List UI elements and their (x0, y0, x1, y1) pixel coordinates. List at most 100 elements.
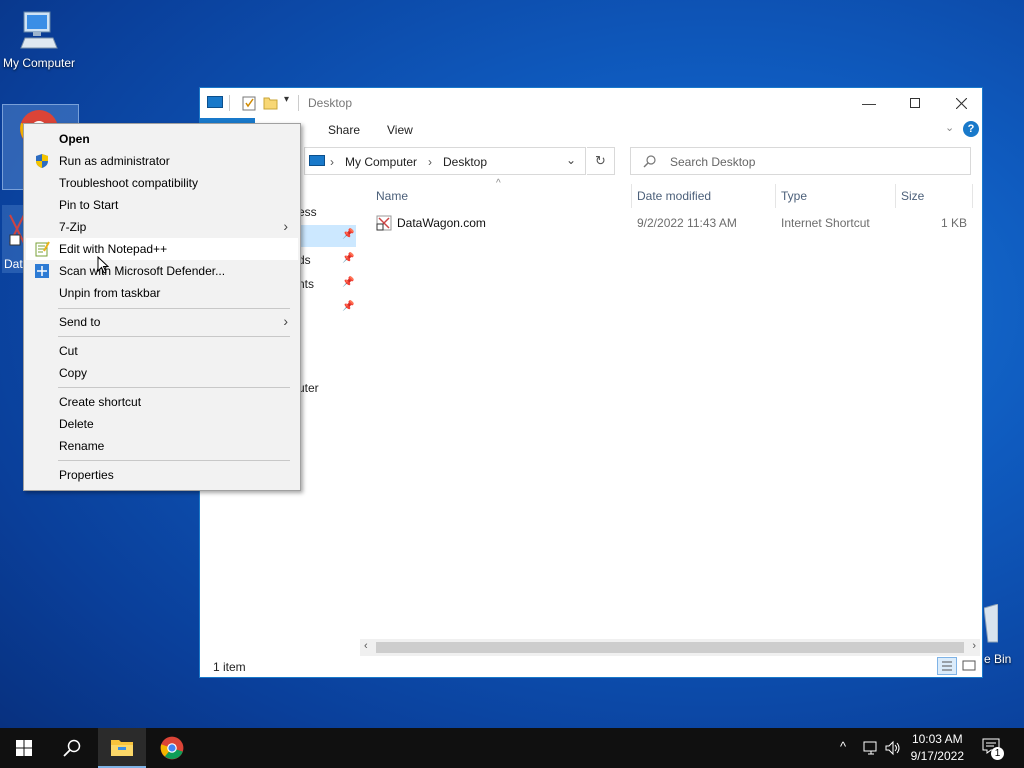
menu-separator (58, 308, 290, 309)
menu-item-troubleshoot-compatibility[interactable]: Troubleshoot compatibility (26, 172, 298, 194)
minimize-icon: — (862, 95, 876, 111)
menu-item-copy[interactable]: Copy (26, 362, 298, 384)
taskbar-chrome[interactable] (148, 728, 196, 768)
windows-logo-icon (16, 740, 32, 756)
search-button[interactable] (48, 728, 96, 768)
start-button[interactable] (0, 728, 48, 768)
menu-separator (58, 336, 290, 337)
close-button[interactable] (938, 88, 984, 118)
menu-item-edit-with-notepad-plus-plus[interactable]: Edit with Notepad++ (26, 238, 298, 260)
mouse-cursor-icon (97, 256, 109, 274)
details-view-icon (942, 661, 952, 671)
nav-item-my-computer[interactable]: uter (298, 381, 319, 395)
pin-icon: 📌 (342, 301, 355, 312)
internet-shortcut-icon (376, 215, 392, 231)
computer-icon (309, 155, 325, 166)
menu-item-label: Open (59, 132, 90, 146)
defender-icon (35, 264, 49, 278)
scroll-left-icon[interactable]: ‹ (364, 640, 368, 652)
explorer-window: ▾ Desktop — Share View ⌄ ? › My Computer… (199, 87, 983, 678)
file-name: DataWagon.com (397, 216, 486, 230)
menu-item-label: Edit with Notepad++ (59, 242, 168, 256)
network-icon[interactable] (862, 740, 880, 756)
menu-item-run-as-administrator[interactable]: Run as administrator (26, 150, 298, 172)
search-placeholder: Search Desktop (670, 155, 756, 169)
quick-access-dropdown-icon[interactable]: ▾ (284, 94, 289, 105)
large-icons-view-button[interactable] (960, 657, 978, 675)
horizontal-scrollbar[interactable]: ‹ › (360, 639, 980, 656)
menu-item-label: Copy (59, 366, 88, 380)
ribbon-tabs: Share View ⌄ ? (200, 118, 982, 142)
menu-separator (58, 387, 290, 388)
menu-item-7-zip[interactable]: 7-Zip › (26, 216, 298, 238)
menu-item-open[interactable]: Open (26, 128, 298, 150)
taskbar-file-explorer[interactable] (98, 728, 146, 768)
scrollbar-thumb[interactable] (376, 642, 964, 653)
column-header-date-modified[interactable]: Date modified (637, 189, 711, 203)
menu-item-label: 7-Zip (59, 220, 87, 234)
large-icons-view-icon (962, 660, 976, 671)
menu-item-label: Unpin from taskbar (59, 286, 161, 300)
menu-item-scan-with-microsoft-defender[interactable]: Scan with Microsoft Defender... (26, 260, 298, 282)
notepad-plus-plus-icon (35, 241, 50, 257)
menu-item-send-to[interactable]: Send to › (26, 311, 298, 333)
breadcrumb-separator-icon: › (330, 155, 334, 169)
menu-item-rename[interactable]: Rename (26, 435, 298, 457)
minimize-button[interactable]: — (846, 88, 892, 118)
pin-icon: 📌 (342, 277, 355, 288)
action-center-button[interactable]: 1 (982, 738, 1004, 760)
desktop-icon-label: My Computer (2, 56, 76, 70)
menu-item-label: Rename (59, 439, 105, 453)
address-row: › My Computer › Desktop ⌄ ↻ Search Deskt… (200, 144, 982, 180)
address-bar[interactable]: › My Computer › Desktop ⌄ (304, 147, 586, 175)
scroll-right-icon[interactable]: › (972, 640, 976, 652)
column-header-type[interactable]: Type (781, 189, 807, 203)
taskbar: ^ 10:03 AM 9/17/2022 1 (0, 728, 1024, 768)
menu-item-properties[interactable]: Properties (26, 464, 298, 486)
sort-ascending-icon: ^ (496, 178, 501, 189)
show-hidden-icons-icon[interactable]: ^ (840, 739, 846, 754)
refresh-button[interactable]: ↻ (587, 147, 615, 175)
menu-item-pin-to-start[interactable]: Pin to Start (26, 194, 298, 216)
menu-item-label: Pin to Start (59, 198, 119, 212)
details-view-button[interactable] (937, 657, 957, 675)
menu-item-cut[interactable]: Cut (26, 340, 298, 362)
window-title: Desktop (308, 96, 353, 110)
desktop-icon-label: e Bin (984, 652, 1012, 666)
title-bar[interactable]: ▾ Desktop — (200, 88, 982, 118)
menu-item-create-shortcut[interactable]: Create shortcut (26, 391, 298, 413)
desktop-icon-my-computer[interactable]: My Computer (0, 10, 78, 70)
menu-item-label: Send to (59, 315, 101, 329)
desktop-icon-recycle-bin[interactable]: e Bin (984, 600, 1024, 670)
tab-share[interactable]: Share (328, 123, 360, 137)
computer-icon (20, 11, 58, 49)
menu-item-label: Troubleshoot compatibility (59, 176, 198, 190)
breadcrumb-my-computer[interactable]: My Computer (345, 155, 417, 169)
file-size: 1 KB (940, 216, 967, 230)
expand-ribbon-icon[interactable]: ⌄ (945, 121, 954, 134)
volume-icon[interactable] (884, 740, 902, 756)
file-explorer-icon (111, 740, 133, 756)
system-clock[interactable]: 10:03 AM 9/17/2022 (911, 731, 964, 765)
context-menu: Open Run as administrator Troubleshoot c… (23, 123, 301, 491)
search-input[interactable]: Search Desktop (630, 147, 971, 175)
column-header-name[interactable]: Name (376, 189, 408, 203)
tab-view[interactable]: View (387, 123, 413, 137)
menu-item-unpin-from-taskbar[interactable]: Unpin from taskbar (26, 282, 298, 304)
menu-item-delete[interactable]: Delete (26, 413, 298, 435)
properties-icon[interactable] (242, 95, 256, 111)
breadcrumb-desktop[interactable]: Desktop (443, 155, 487, 169)
file-type: Internet Shortcut (781, 216, 870, 230)
menu-item-label: Delete (59, 417, 94, 431)
search-icon (643, 155, 656, 168)
new-folder-icon[interactable] (263, 95, 278, 110)
maximize-icon (910, 98, 920, 108)
help-icon[interactable]: ? (963, 121, 979, 137)
column-header-size[interactable]: Size (901, 189, 924, 203)
table-row[interactable]: DataWagon.com 9/2/2022 11:43 AM Internet… (372, 212, 972, 234)
status-item-count: 1 item (213, 660, 246, 674)
clock-time: 10:03 AM (911, 732, 963, 746)
address-dropdown-icon[interactable]: ⌄ (566, 153, 576, 167)
maximize-button[interactable] (892, 88, 938, 118)
uac-shield-icon (36, 154, 48, 168)
